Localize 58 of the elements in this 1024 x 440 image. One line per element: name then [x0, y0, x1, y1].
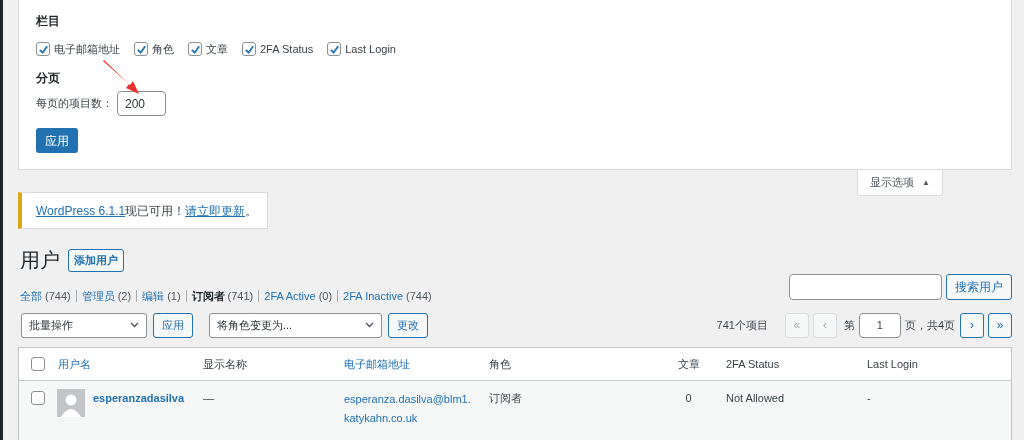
checkbox[interactable] [188, 42, 202, 56]
field-label: 每页的项目数： [36, 96, 113, 112]
apply-button[interactable]: 应用 [153, 312, 193, 338]
update-link[interactable]: 请立即更新 [185, 203, 246, 218]
checkbox[interactable] [31, 357, 45, 371]
table-cell: 0 [685, 392, 692, 404]
filter-link[interactable]: 2FA Active (0) [264, 287, 333, 305]
bulk-actions-select[interactable]: 批量操作 [21, 312, 147, 338]
checkbox-label: 角色 [152, 41, 174, 57]
table-cell: - [867, 392, 871, 404]
search-button[interactable]: 搜索用户 [946, 274, 1012, 300]
filter-link[interactable]: 订阅者 (741) [191, 287, 254, 305]
checkbox[interactable] [31, 391, 45, 405]
checkbox[interactable] [242, 42, 256, 56]
chevron-icon [130, 322, 139, 328]
sort-link[interactable]: 用户名 [58, 357, 91, 370]
change-button[interactable]: 更改 [388, 312, 428, 338]
screen-options-tab[interactable]: 显示选项 ▲ [857, 170, 943, 196]
last-page-button[interactable]: » [988, 312, 1012, 338]
checkbox[interactable] [134, 42, 148, 56]
checkbox-label: 电子邮箱地址 [54, 41, 120, 57]
search-field[interactable] [789, 274, 942, 300]
filter-link[interactable]: 全部 (744) [20, 287, 71, 305]
column-header: 文章 [677, 357, 700, 370]
table-cell: — [203, 392, 214, 404]
checkbox-label: Last Login [345, 41, 396, 57]
item-count: 741个项目 [716, 317, 768, 333]
username-link[interactable]: esperanzadasilva [93, 389, 185, 428]
checkbox-label: 2FA Status [260, 41, 314, 57]
filter-link[interactable]: 管理员 (2) [81, 287, 132, 305]
page-title: 用户 [20, 250, 60, 270]
per-page-field[interactable]: 200 [117, 91, 166, 116]
change-role-select[interactable]: 将角色变更为... [209, 312, 382, 338]
column-header: 2FA Status [726, 357, 780, 370]
apply-button[interactable]: 应用 [36, 128, 78, 153]
section-heading: 栏目 [36, 13, 61, 28]
sort-link[interactable]: 电子邮箱地址 [344, 357, 410, 370]
column-header: 角色 [489, 357, 511, 370]
section-heading: 分页 [36, 70, 61, 85]
checkbox[interactable] [327, 42, 342, 56]
page-field[interactable]: 1 [858, 312, 901, 338]
column-header: 显示名称 [203, 357, 247, 370]
chevron-icon [365, 322, 374, 328]
email-link[interactable]: esperanza.dasilva@blm1.katykahn.co.uk [344, 390, 476, 428]
filter-link[interactable]: 2FA Inactive (744) [343, 287, 432, 305]
table-cell: 订阅者 [489, 392, 522, 404]
next-page-button[interactable]: › [960, 312, 984, 338]
version-link[interactable]: WordPress 6.1.1 [36, 203, 126, 218]
avatar-icon [57, 389, 85, 417]
column-header: Last Login [867, 357, 918, 370]
page-total: 页，共4页 [904, 317, 955, 333]
filter-link[interactable]: 编辑 (1) [142, 287, 181, 305]
add-user-button[interactable]: 添加用户 [68, 248, 124, 272]
notice-text: WordPress 6.1.1现已可用！请立即更新。 [36, 202, 258, 220]
table-cell: Not Allowed [726, 392, 785, 404]
checkbox-label: 文章 [206, 41, 228, 57]
checkbox[interactable] [36, 42, 50, 56]
page-label: 第 [843, 317, 855, 333]
